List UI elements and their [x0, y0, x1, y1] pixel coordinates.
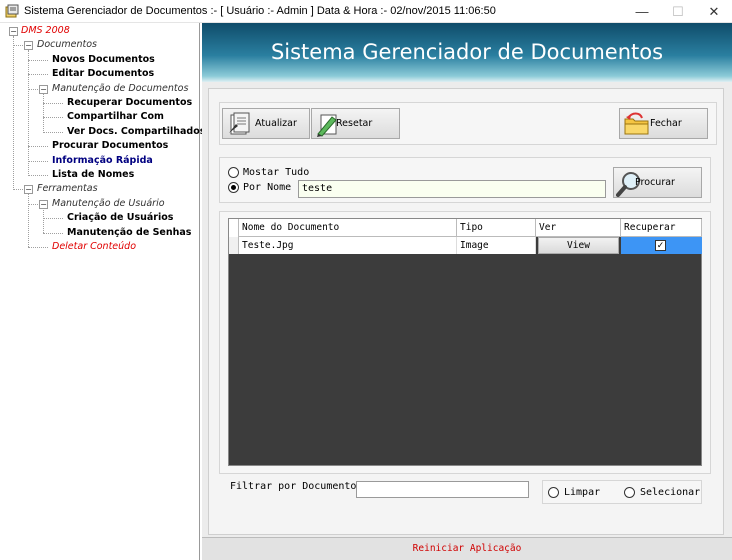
close-window-button[interactable]: ✕	[696, 0, 732, 23]
limpar-radio[interactable]	[548, 487, 559, 498]
tree-node-informacao-rapida[interactable]: Informação Rápida	[52, 155, 153, 166]
expander-minus-icon[interactable]: −	[24, 185, 33, 194]
tree-node-ferramentas[interactable]: Ferramentas	[37, 183, 98, 194]
por-nome-label[interactable]: Por Nome	[243, 182, 291, 193]
tree-line	[28, 60, 48, 61]
recuperar-checkbox[interactable]: ✓	[655, 240, 666, 251]
refresh-docs-icon	[229, 112, 250, 135]
por-nome-radio[interactable]	[228, 182, 239, 193]
column-header-nome[interactable]: Nome do Documento	[239, 219, 457, 237]
window-title: Sistema Gerenciador de Documentos :- [ U…	[24, 5, 496, 17]
maximize-button[interactable]: ☐	[660, 0, 696, 23]
page-title: Sistema Gerenciador de Documentos	[270, 40, 664, 64]
mostrar-tudo-radio[interactable]	[228, 167, 239, 178]
status-bar: Reiniciar Aplicação	[202, 537, 732, 560]
tree-line	[28, 161, 48, 162]
cell-recuperar[interactable]: ✓	[621, 237, 702, 254]
tree-line	[28, 74, 48, 75]
tree-line	[28, 175, 48, 176]
tree-node-procurar-documentos[interactable]: Procurar Documentos	[52, 140, 168, 151]
filter-input[interactable]	[356, 481, 529, 498]
tree-node-lista-nomes[interactable]: Lista de Nomes	[52, 169, 134, 180]
column-header-recuperar[interactable]: Recuperar	[621, 219, 702, 237]
tree-node-documentos[interactable]: Documentos	[37, 39, 97, 50]
maximize-icon: ☐	[672, 3, 684, 19]
atualizar-label: Atualizar	[255, 118, 297, 129]
resetar-label: Resetar	[336, 118, 373, 129]
tree-node-manutencao-documentos[interactable]: Manutenção de Documentos	[52, 83, 188, 94]
tree-node-recuperar-documentos[interactable]: Recuperar Documentos	[67, 97, 192, 108]
tree-node-compartilhar-com[interactable]: Compartilhar Com	[67, 111, 164, 122]
minimize-icon: —	[635, 4, 649, 19]
column-header-ver[interactable]: Ver	[536, 219, 621, 237]
tree-node-manutencao-usuario[interactable]: Manutenção de Usuário	[52, 198, 165, 209]
navigation-tree[interactable]: − − − − − DMS 2008 Documentos Novos Docu…	[0, 23, 205, 560]
fechar-label: Fechar	[650, 118, 682, 129]
header-banner: Sistema Gerenciador de Documentos	[202, 23, 732, 82]
tree-line	[43, 233, 63, 234]
tree-line	[28, 193, 29, 247]
tree-line	[28, 146, 48, 147]
tree-node-criacao-usuarios[interactable]: Criação de Usuários	[67, 212, 173, 223]
procurar-label: Procurar	[635, 177, 675, 188]
cell-tipo[interactable]: Image	[457, 237, 536, 254]
tree-line	[43, 132, 63, 133]
tree-line	[43, 117, 63, 118]
app-icon	[5, 4, 19, 18]
window-titlebar[interactable]: Sistema Gerenciador de Documentos :- [ U…	[0, 0, 732, 23]
expander-minus-icon[interactable]: −	[9, 27, 18, 36]
row-header[interactable]	[229, 237, 239, 254]
reiniciar-aplicacao-link[interactable]: Reiniciar Aplicação	[202, 543, 732, 554]
close-icon: ✕	[708, 3, 720, 19]
tree-line	[43, 208, 44, 233]
selecionar-label[interactable]: Selecionar	[640, 487, 700, 498]
tree-node-deletar-conteudo[interactable]: Deletar Conteúdo	[52, 241, 136, 252]
tree-line	[13, 36, 14, 190]
view-button[interactable]: View	[538, 237, 619, 254]
tree-node-root[interactable]: DMS 2008	[21, 25, 70, 36]
mostrar-tudo-label[interactable]: Mostar Tudo	[243, 167, 309, 178]
tree-line	[28, 50, 29, 176]
tree-line	[43, 93, 44, 133]
resetar-button[interactable]: Resetar	[311, 108, 400, 139]
tree-line	[43, 103, 63, 104]
tree-node-manutencao-senhas[interactable]: Manutenção de Senhas	[67, 227, 191, 238]
expander-minus-icon[interactable]: −	[39, 200, 48, 209]
fechar-button[interactable]: Fechar	[619, 108, 708, 139]
expander-minus-icon[interactable]: −	[39, 85, 48, 94]
expander-minus-icon[interactable]: −	[24, 41, 33, 50]
search-input[interactable]: teste	[298, 180, 606, 198]
tree-node-novos-documentos[interactable]: Novos Documentos	[52, 54, 155, 65]
tree-line	[28, 247, 48, 248]
atualizar-button[interactable]: Atualizar	[222, 108, 310, 139]
selecionar-radio[interactable]	[624, 487, 635, 498]
procurar-button[interactable]: Procurar	[613, 167, 702, 198]
filtrar-label: Filtrar por Documento	[230, 481, 357, 492]
column-header-tipo[interactable]: Tipo	[457, 219, 536, 237]
minimize-button[interactable]: —	[624, 0, 660, 23]
tree-line	[43, 218, 63, 219]
documents-grid[interactable]: Nome do Documento Tipo Ver Recuperar Tes…	[228, 218, 702, 466]
folder-close-icon	[624, 112, 649, 135]
tree-node-editar-documentos[interactable]: Editar Documentos	[52, 68, 154, 79]
tree-node-ver-compartilhados[interactable]: Ver Docs. Compartilhados	[67, 126, 205, 137]
grid-corner	[229, 219, 239, 237]
limpar-label[interactable]: Limpar	[564, 487, 600, 498]
cell-nome[interactable]: Teste.Jpg	[239, 237, 457, 254]
